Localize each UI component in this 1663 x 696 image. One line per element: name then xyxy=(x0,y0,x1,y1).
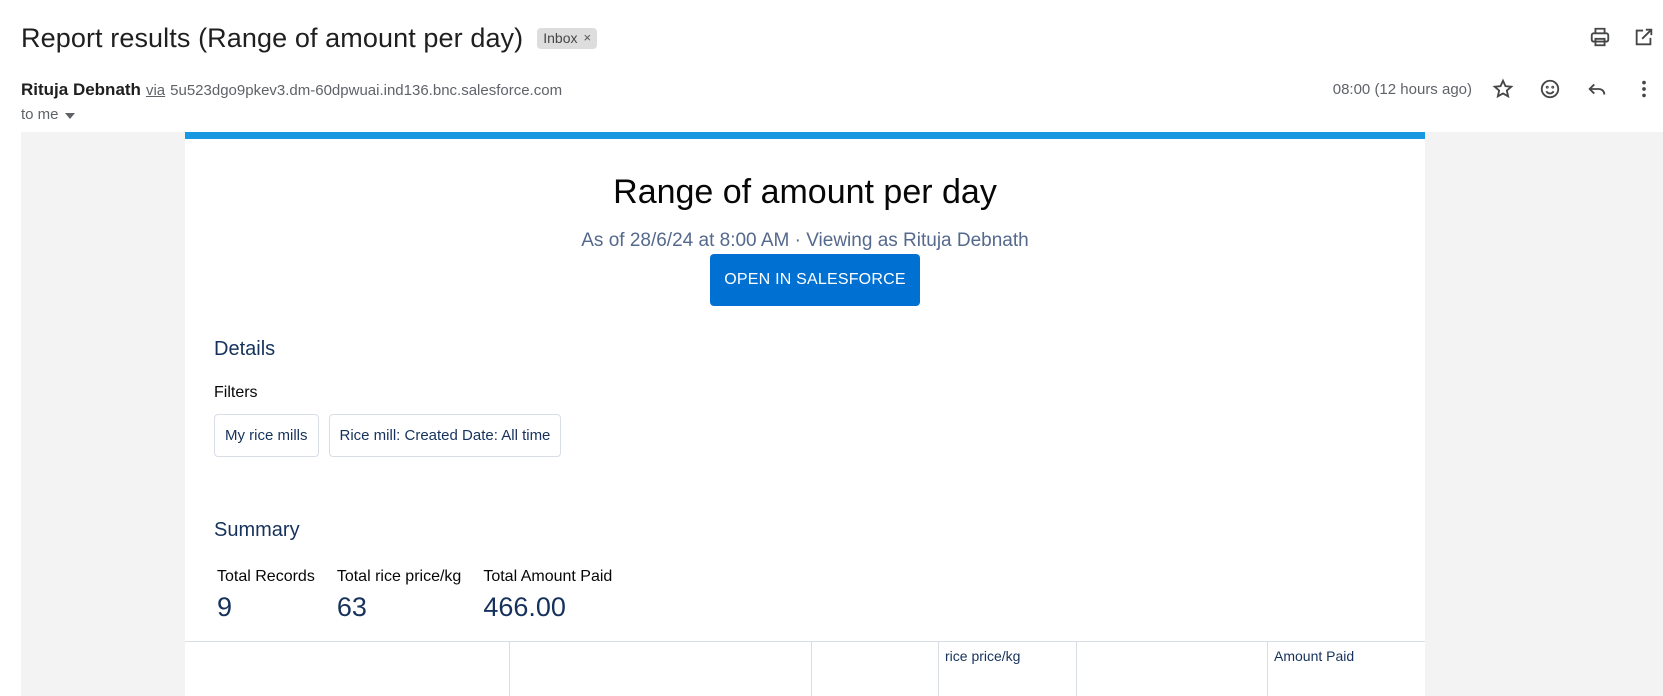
stat-value: 9 xyxy=(217,592,233,622)
print-icon xyxy=(1590,27,1610,47)
remove-label-button[interactable]: × xyxy=(584,30,592,45)
reply-icon xyxy=(1588,83,1606,95)
star-icon xyxy=(1492,78,1514,99)
summary-stat-total-amount-paid: Total Amount Paid 466.00 xyxy=(483,568,612,623)
filters-label: Filters xyxy=(214,384,258,401)
recipient-details-toggle[interactable]: to me xyxy=(21,106,75,123)
report-table-header: rice price/kg Amount Paid xyxy=(185,641,1425,696)
emoji-icon xyxy=(1540,79,1560,99)
label-text: Inbox xyxy=(543,29,578,46)
report-card: Range of amount per day As of 28/6/24 at… xyxy=(185,132,1425,696)
stat-value: 63 xyxy=(336,592,367,622)
details-heading: Details xyxy=(214,338,276,360)
timestamp: 08:00 (12 hours ago) xyxy=(1332,80,1472,98)
summary-heading: Summary xyxy=(214,519,300,541)
report-subtitle: As of 28/6/24 at 8:00 AM · Viewing as Ri… xyxy=(581,230,1029,251)
table-header-cell: rice price/kg xyxy=(939,642,1077,696)
filter-chip: Rice mill: Created Date: All time xyxy=(328,414,562,457)
stat-value: 466.00 xyxy=(483,592,566,622)
more-vert-icon xyxy=(1642,80,1646,98)
table-header-cell: Amount Paid xyxy=(1274,648,1355,664)
open-in-salesforce-button[interactable]: OPEN IN SALESFORCE xyxy=(710,254,920,306)
thread-actions xyxy=(1585,22,1659,52)
report-title: Range of amount per day xyxy=(613,173,997,211)
add-reaction-button[interactable] xyxy=(1535,74,1565,104)
filter-chip: My rice mills xyxy=(214,414,319,457)
table-header-cell xyxy=(510,642,812,696)
summary-stat-total-rice-price: Total rice price/kg 63 xyxy=(337,568,462,623)
recipient-text: to me xyxy=(21,106,59,123)
table-header-cell xyxy=(1077,642,1268,696)
chevron-down-icon xyxy=(64,112,75,119)
print-button[interactable] xyxy=(1585,22,1615,52)
message-actions: 08:00 (12 hours ago) xyxy=(1333,74,1663,104)
via-link[interactable]: via xyxy=(146,82,165,99)
stat-label: Total rice price/kg xyxy=(336,568,462,585)
inbox-label-chip[interactable]: Inbox × xyxy=(537,27,598,49)
table-header-cell xyxy=(812,642,939,696)
star-button[interactable] xyxy=(1488,74,1518,104)
stat-label: Total Records xyxy=(217,568,315,585)
sender-email: 5u523dgo9pkev3.dm-60dpwuai.ind136.bnc.sa… xyxy=(170,82,563,99)
subject-row: Report results (Range of amount per day)… xyxy=(21,18,598,58)
email-subject: Report results (Range of amount per day) xyxy=(21,22,524,53)
summary-stat-total-records: Total Records 9 xyxy=(217,568,315,623)
more-options-button[interactable] xyxy=(1629,74,1659,104)
filter-list: My rice mills Rice mill: Created Date: A… xyxy=(214,414,562,457)
summary-stats: Total Records 9 Total rice price/kg 63 T… xyxy=(217,568,612,623)
email-body: Range of amount per day As of 28/6/24 at… xyxy=(21,132,1663,696)
reply-button[interactable] xyxy=(1582,74,1612,104)
sender-name[interactable]: Rituja Debnath xyxy=(21,80,141,100)
sender-info: Rituja Debnath via 5u523dgo9pkev3.dm-60d… xyxy=(21,80,562,100)
open-in-new-window-icon xyxy=(1635,28,1653,46)
stat-label: Total Amount Paid xyxy=(483,568,613,585)
open-in-new-window-button[interactable] xyxy=(1629,22,1659,52)
table-header-cell xyxy=(185,642,510,696)
